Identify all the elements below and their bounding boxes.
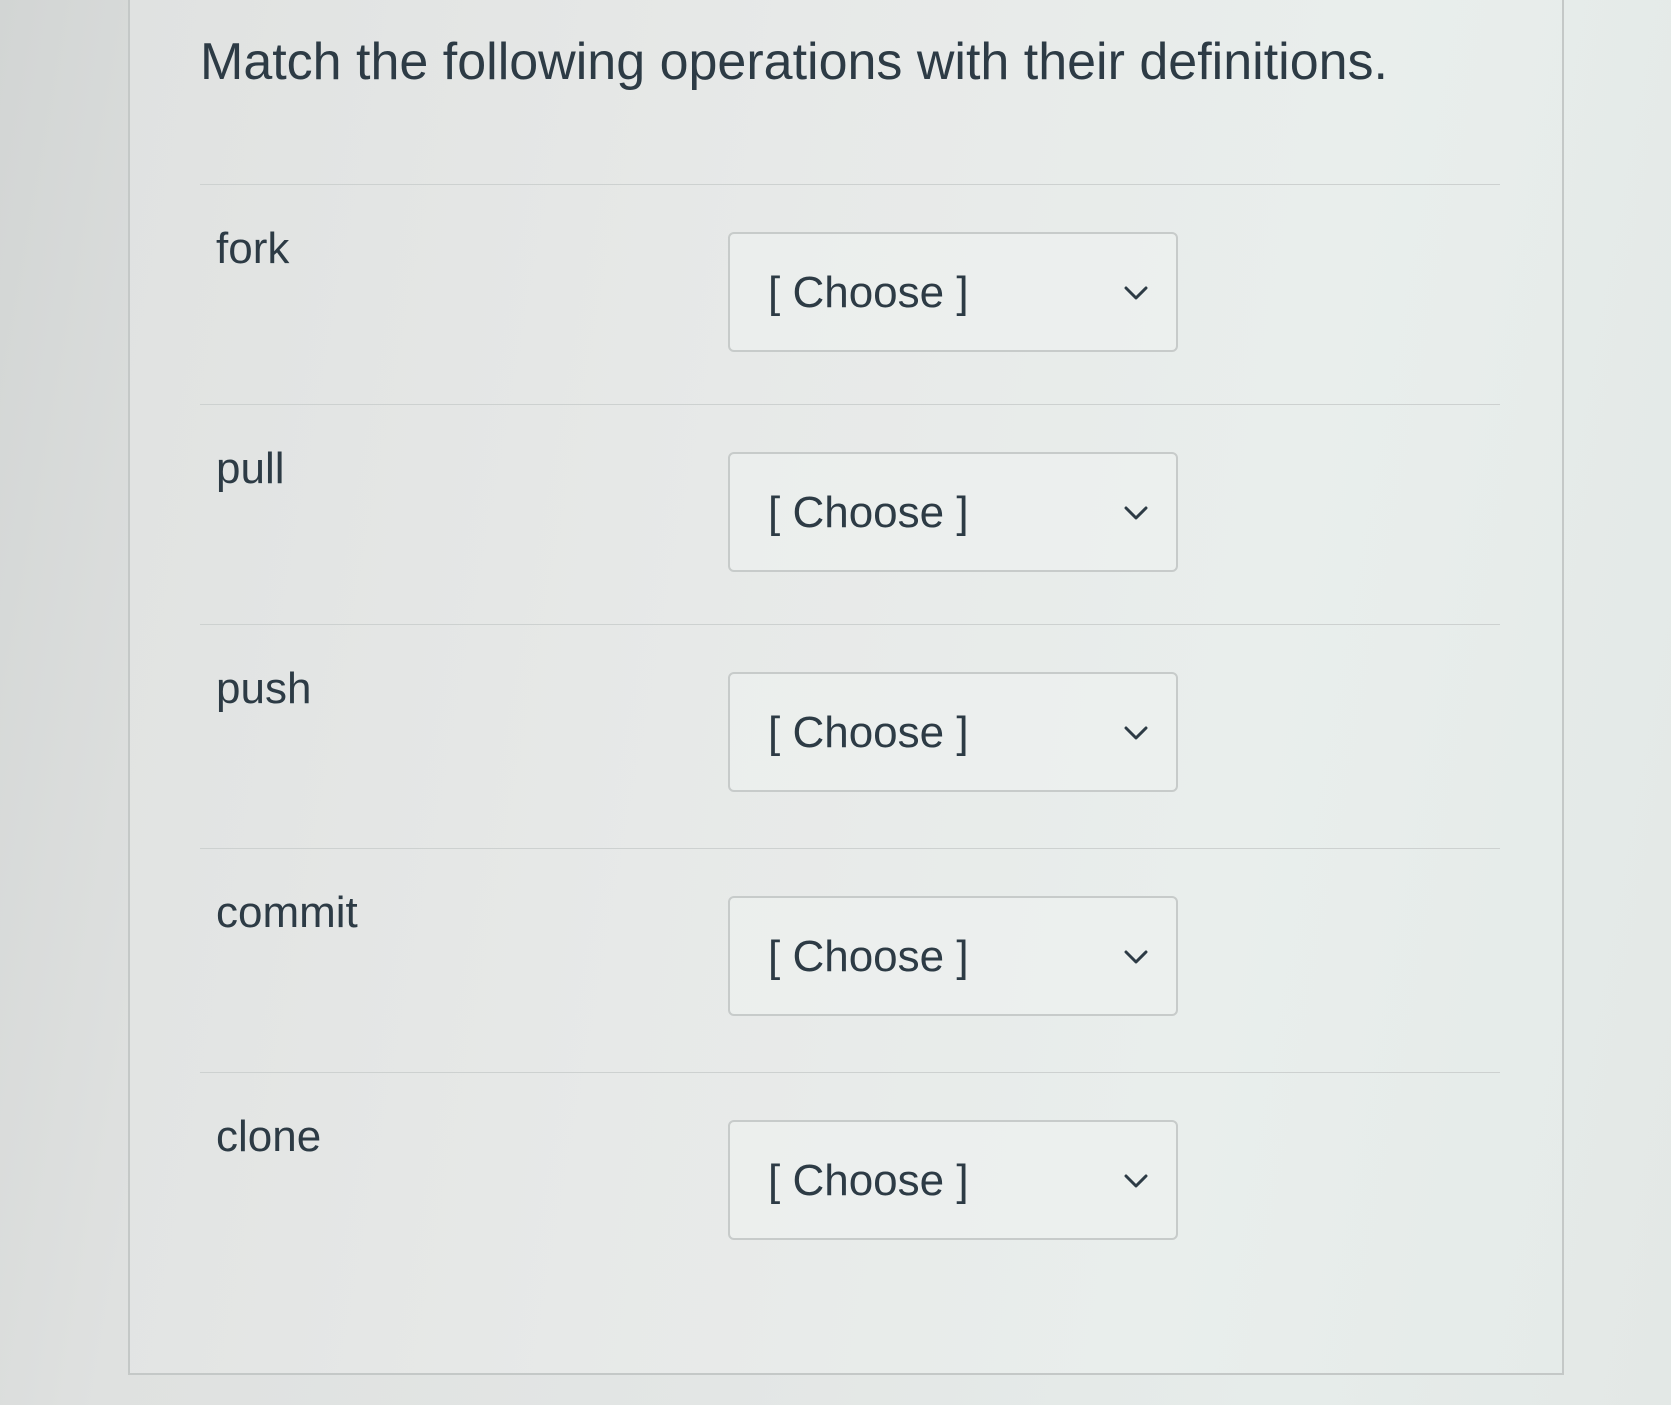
question-card: Match the following operations with thei… [128, 0, 1564, 1375]
chevron-down-icon [1124, 506, 1148, 520]
page: Match the following operations with thei… [0, 0, 1671, 1405]
chevron-down-icon [1124, 950, 1148, 964]
match-row-pull: pull [ Choose ] [130, 404, 1562, 604]
match-row-clone: clone [ Choose ] [130, 1072, 1562, 1272]
definition-select-fork[interactable]: [ Choose ] [728, 232, 1178, 352]
match-row-push: push [ Choose ] [130, 624, 1562, 824]
chevron-down-icon [1124, 1174, 1148, 1188]
definition-select-commit[interactable]: [ Choose ] [728, 896, 1178, 1016]
definition-select-push[interactable]: [ Choose ] [728, 672, 1178, 792]
select-value: [ Choose ] [768, 932, 969, 981]
select-value: [ Choose ] [768, 708, 969, 757]
definition-select-clone[interactable]: [ Choose ] [728, 1120, 1178, 1240]
term-label: fork [216, 224, 290, 273]
match-row-fork: fork [ Choose ] [130, 184, 1562, 384]
term-label: commit [216, 888, 358, 937]
match-row-commit: commit [ Choose ] [130, 848, 1562, 1048]
term-label: push [216, 664, 312, 713]
select-value: [ Choose ] [768, 1156, 969, 1205]
chevron-down-icon [1124, 726, 1148, 740]
select-value: [ Choose ] [768, 488, 969, 537]
term-label: clone [216, 1112, 322, 1161]
chevron-down-icon [1124, 286, 1148, 300]
select-value: [ Choose ] [768, 268, 969, 317]
question-text: Match the following operations with thei… [200, 33, 1388, 91]
term-label: pull [216, 444, 285, 493]
definition-select-pull[interactable]: [ Choose ] [728, 452, 1178, 572]
